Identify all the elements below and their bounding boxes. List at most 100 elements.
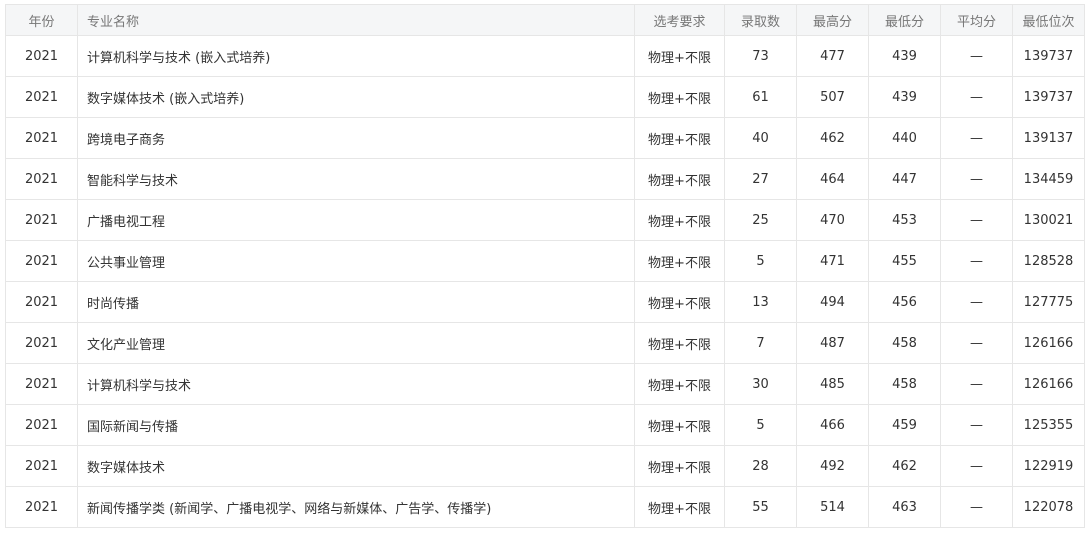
cell-year: 2021: [5, 445, 78, 487]
table-row: 2021 公共事业管理 物理+不限 5 471 455—128528: [5, 240, 1085, 282]
cell-admitted-count: 25: [724, 199, 797, 241]
cell-major-name: 时尚传播: [77, 281, 635, 323]
cell-average-score: —: [940, 35, 1013, 77]
cell-lowest-rank: 128528: [1012, 240, 1085, 282]
cell-lowest-rank: 139137: [1012, 117, 1085, 159]
cell-lowest-rank: 130021: [1012, 199, 1085, 241]
cell-lowest-score: 462: [868, 445, 941, 487]
cell-admitted-count: 30: [724, 363, 797, 405]
cell-highest-score: 494: [796, 281, 869, 323]
cell-lowest-rank: 122078: [1012, 486, 1085, 528]
cell-highest-score: 492: [796, 445, 869, 487]
cell-year: 2021: [5, 404, 78, 446]
table-row: 2021 时尚传播 物理+不限 13 494 456—127775: [5, 281, 1085, 323]
table-row: 2021 文化产业管理 物理+不限 7 487 458—126166: [5, 322, 1085, 364]
header-admitted-count: 录取数: [724, 4, 797, 36]
cell-highest-score: 514: [796, 486, 869, 528]
cell-major-name: 计算机科学与技术: [77, 363, 635, 405]
table-row: 2021 数字媒体技术 (嵌入式培养) 物理+不限 61 507 439—139737: [5, 76, 1085, 118]
cell-lowest-rank: 126166: [1012, 322, 1085, 364]
cell-major-name: 数字媒体技术 (嵌入式培养): [77, 76, 635, 118]
cell-subject-requirement: 物理+不限: [634, 117, 725, 159]
cell-lowest-rank: 125355: [1012, 404, 1085, 446]
table-row: 2021 数字媒体技术 物理+不限 28 492 462—122919: [5, 445, 1085, 487]
cell-major-name: 跨境电子商务: [77, 117, 635, 159]
admission-score-table: 年份 专业名称 选考要求 录取数 最高分 最低分 平均分 最低位次 2021 计算…: [5, 4, 1085, 528]
cell-lowest-score: 458: [868, 363, 941, 405]
cell-average-score: —: [940, 76, 1013, 118]
cell-year: 2021: [5, 363, 78, 405]
cell-average-score: —: [940, 404, 1013, 446]
cell-year: 2021: [5, 240, 78, 282]
table-row: 2021 智能科学与技术 物理+不限 27 464 447—134459: [5, 158, 1085, 200]
cell-lowest-rank: 122919: [1012, 445, 1085, 487]
cell-subject-requirement: 物理+不限: [634, 76, 725, 118]
cell-admitted-count: 55: [724, 486, 797, 528]
cell-admitted-count: 5: [724, 404, 797, 446]
header-major-name: 专业名称: [77, 4, 635, 36]
header-highest-score: 最高分: [796, 4, 869, 36]
cell-highest-score: 462: [796, 117, 869, 159]
cell-major-name: 计算机科学与技术 (嵌入式培养): [77, 35, 635, 77]
cell-average-score: —: [940, 363, 1013, 405]
table-row: 2021 计算机科学与技术 (嵌入式培养) 物理+不限 73 477 439—139737: [5, 35, 1085, 77]
cell-subject-requirement: 物理+不限: [634, 486, 725, 528]
cell-highest-score: 466: [796, 404, 869, 446]
cell-subject-requirement: 物理+不限: [634, 404, 725, 446]
cell-highest-score: 507: [796, 76, 869, 118]
table-header-row: 年份 专业名称 选考要求 录取数 最高分 最低分 平均分 最低位次: [5, 4, 1085, 36]
cell-average-score: —: [940, 158, 1013, 200]
header-average-score: 平均分: [940, 4, 1013, 36]
header-lowest-score: 最低分: [868, 4, 941, 36]
cell-lowest-rank: 134459: [1012, 158, 1085, 200]
cell-lowest-rank: 139737: [1012, 76, 1085, 118]
cell-lowest-score: 440: [868, 117, 941, 159]
cell-lowest-score: 458: [868, 322, 941, 364]
cell-subject-requirement: 物理+不限: [634, 322, 725, 364]
cell-admitted-count: 28: [724, 445, 797, 487]
cell-subject-requirement: 物理+不限: [634, 363, 725, 405]
cell-major-name: 国际新闻与传播: [77, 404, 635, 446]
header-subject-requirement: 选考要求: [634, 4, 725, 36]
cell-lowest-score: 459: [868, 404, 941, 446]
cell-year: 2021: [5, 76, 78, 118]
cell-admitted-count: 40: [724, 117, 797, 159]
cell-major-name: 数字媒体技术: [77, 445, 635, 487]
cell-subject-requirement: 物理+不限: [634, 240, 725, 282]
cell-admitted-count: 13: [724, 281, 797, 323]
cell-highest-score: 487: [796, 322, 869, 364]
cell-admitted-count: 27: [724, 158, 797, 200]
cell-major-name: 智能科学与技术: [77, 158, 635, 200]
cell-subject-requirement: 物理+不限: [634, 199, 725, 241]
cell-lowest-rank: 126166: [1012, 363, 1085, 405]
table-row: 2021 国际新闻与传播 物理+不限 5 466 459—125355: [5, 404, 1085, 446]
table-row: 2021 新闻传播学类 (新闻学、广播电视学、网络与新媒体、广告学、传播学) 物理+…: [5, 486, 1085, 528]
cell-subject-requirement: 物理+不限: [634, 281, 725, 323]
cell-lowest-score: 447: [868, 158, 941, 200]
cell-average-score: —: [940, 322, 1013, 364]
cell-average-score: —: [940, 445, 1013, 487]
cell-lowest-score: 463: [868, 486, 941, 528]
cell-lowest-score: 453: [868, 199, 941, 241]
cell-year: 2021: [5, 322, 78, 364]
cell-average-score: —: [940, 281, 1013, 323]
cell-lowest-score: 439: [868, 76, 941, 118]
cell-highest-score: 485: [796, 363, 869, 405]
cell-year: 2021: [5, 158, 78, 200]
cell-subject-requirement: 物理+不限: [634, 445, 725, 487]
cell-major-name: 广播电视工程: [77, 199, 635, 241]
cell-highest-score: 477: [796, 35, 869, 77]
cell-highest-score: 470: [796, 199, 869, 241]
cell-average-score: —: [940, 117, 1013, 159]
cell-highest-score: 471: [796, 240, 869, 282]
cell-year: 2021: [5, 117, 78, 159]
table-row: 2021 计算机科学与技术 物理+不限 30 485 458—126166: [5, 363, 1085, 405]
cell-major-name: 新闻传播学类 (新闻学、广播电视学、网络与新媒体、广告学、传播学): [77, 486, 635, 528]
cell-lowest-score: 455: [868, 240, 941, 282]
cell-subject-requirement: 物理+不限: [634, 35, 725, 77]
cell-year: 2021: [5, 199, 78, 241]
header-lowest-rank: 最低位次: [1012, 4, 1085, 36]
cell-average-score: —: [940, 486, 1013, 528]
cell-admitted-count: 61: [724, 76, 797, 118]
cell-average-score: —: [940, 240, 1013, 282]
